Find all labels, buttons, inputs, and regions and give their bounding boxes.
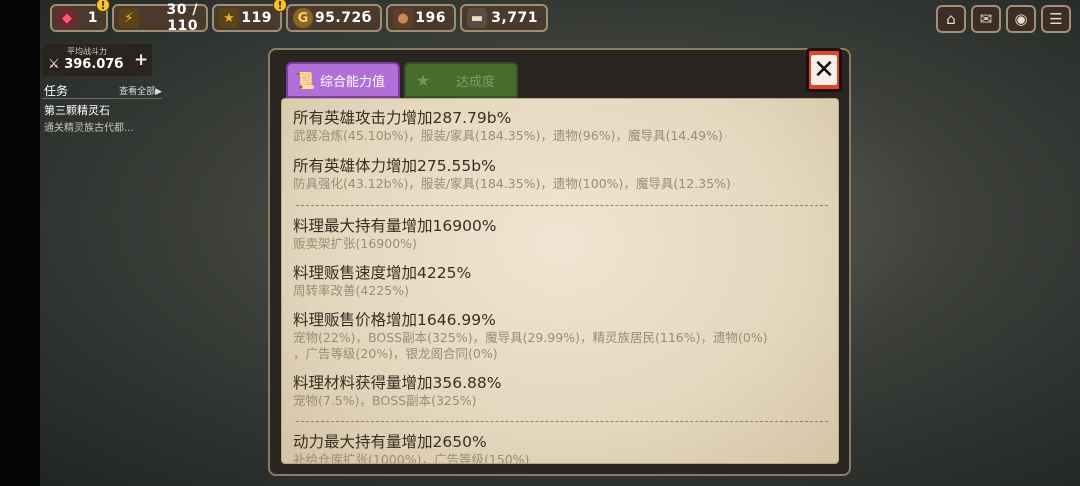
home-upgrade-icon: ⌂ [946, 10, 956, 28]
quest-divider [42, 98, 162, 99]
stat-entry: 所有英雄攻击力增加287.79b% 武器冶炼(45.10b%)，服装/家具(18… [293, 109, 723, 143]
wood-counter[interactable]: ▬ 3,771 [460, 4, 548, 32]
gold-counter[interactable]: G 95.72б [286, 4, 382, 32]
add-power-button[interactable]: + [134, 50, 148, 70]
resource-bar: ◆ 1 ! ⚡ 30 / 110 ★ 119 ! G 95.72б ● 196 … [40, 0, 1080, 40]
scroll-icon: 📜 [295, 70, 315, 90]
tab-overall-stats[interactable]: 📜 综合能力值 [286, 62, 400, 98]
menu-button[interactable]: ☰ [1041, 5, 1071, 33]
section-divider [296, 205, 828, 206]
close-button[interactable]: ✕ [806, 48, 842, 92]
combat-power-label: 平均战斗力 [67, 47, 107, 56]
view-all-quests-link[interactable]: 查看全部▶ [119, 84, 162, 97]
star-badge-icon: ★ [415, 70, 431, 90]
ore-icon: ● [393, 8, 413, 28]
crossed-swords-icon: ⚔ [48, 57, 60, 72]
stars-alert-icon[interactable]: ! [273, 0, 287, 12]
section-divider [296, 421, 828, 422]
camera-icon: ◉ [1014, 10, 1028, 28]
stat-entry: 动力最大持有量增加2650% 补给仓库扩张(1000%)，广告等级(150%) [293, 433, 530, 464]
quest-header: 任务 查看全部▶ [44, 82, 162, 98]
stars-counter[interactable]: ★ 119 [212, 4, 282, 32]
combat-power-value: ⚔ 396.07б [48, 57, 124, 72]
materials-counter[interactable]: ● 196 [386, 4, 456, 32]
close-icon: ✕ [811, 55, 837, 85]
stat-entry: 料理最大持有量增加16900% 贩卖架扩张(16900%) [293, 217, 497, 251]
energy-counter[interactable]: ⚡ 30 / 110 [112, 2, 208, 34]
mail-button[interactable]: ✉ [971, 5, 1001, 33]
quest-name[interactable]: 第三颗精灵石 [44, 102, 110, 118]
screen-edge [0, 0, 40, 486]
stat-entry: 料理贩售速度增加4225% 周转率改善(4225%) [293, 264, 472, 298]
mail-icon: ✉ [979, 10, 993, 28]
combat-power-panel[interactable]: 平均战斗力 ⚔ 396.07б + [42, 44, 152, 76]
coin-icon: G [293, 8, 313, 28]
camera-button[interactable]: ◉ [1006, 5, 1036, 33]
menu-icon: ☰ [1049, 10, 1063, 28]
log-icon: ▬ [467, 8, 487, 28]
lightning-icon: ⚡ [119, 8, 139, 28]
home-upgrade-button[interactable]: ⌂ [936, 5, 966, 33]
stat-entry: 所有英雄体力增加275.55b% 防具强化(43.12b%)，服装/家具(184… [293, 157, 731, 191]
gem-icon: ◆ [57, 8, 77, 28]
quest-description[interactable]: 通关精灵族古代都... [44, 119, 134, 134]
stat-entry: 料理材料获得量增加356.88% 宠物(7.5%)，BOSS副本(325%) [293, 374, 502, 408]
star-lightning-icon: ★ [219, 8, 239, 28]
stat-entry: 料理贩售价格增加1646.99% 宠物(22%)，BOSS副本(325%)，魔导… [293, 311, 768, 361]
tab-achievement[interactable]: ★ 达成度 [404, 62, 518, 98]
stats-list[interactable]: 所有英雄攻击力增加287.79b% 武器冶炼(45.10b%)，服装/家具(18… [281, 98, 839, 464]
quest-title: 任务 [44, 84, 69, 98]
